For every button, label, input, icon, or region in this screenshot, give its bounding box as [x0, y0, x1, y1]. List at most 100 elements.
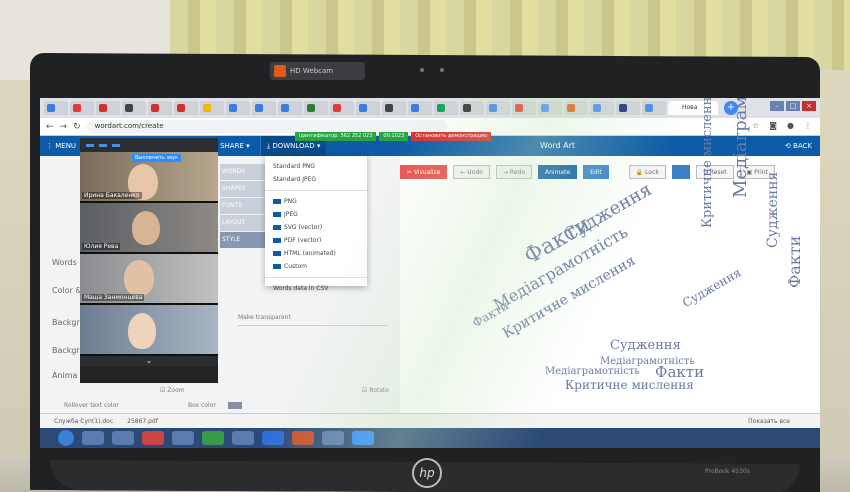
windows-taskbar [40, 428, 820, 448]
browser-tab[interactable] [70, 101, 94, 115]
menu-item-standard-png[interactable]: Standard PNG [265, 160, 367, 173]
taskbar-app[interactable] [292, 431, 314, 445]
back-button[interactable]: ⟲ BACK [785, 142, 812, 150]
browser-tab[interactable] [382, 101, 406, 115]
taskbar-app[interactable] [82, 431, 104, 445]
menu-item-custom[interactable]: Custom [265, 260, 367, 273]
browser-tab[interactable] [642, 101, 666, 115]
menu-dots-icon[interactable]: ⋮ [804, 121, 812, 130]
browser-tab[interactable] [304, 101, 328, 115]
menu-item-html[interactable]: HTML (animated) [265, 247, 367, 260]
edit-tab[interactable]: Edit [583, 165, 609, 179]
extension-icon[interactable]: ◙ [769, 121, 777, 130]
browser-tab[interactable] [460, 101, 484, 115]
browser-tab[interactable] [122, 101, 146, 115]
browser-tab[interactable] [590, 101, 614, 115]
participant-name: Ирина Бакаленко [82, 192, 142, 199]
lock-button[interactable]: 🔒 Lock [628, 165, 666, 179]
download-item[interactable]: 25867.pdf [127, 418, 158, 425]
undo-button[interactable]: ← Undo [453, 165, 490, 179]
camera-led [440, 68, 444, 72]
browser-tab[interactable] [564, 101, 588, 115]
browser-tab[interactable] [486, 101, 510, 115]
participant-video[interactable]: Юлия Рева [80, 203, 218, 254]
browser-tab[interactable] [434, 101, 458, 115]
grid-icon[interactable] [112, 143, 120, 147]
taskbar-app[interactable] [142, 431, 164, 445]
browser-tab[interactable] [512, 101, 536, 115]
close-window-button[interactable]: × [802, 101, 816, 111]
menu-item-csv[interactable]: Words data in CSV [265, 282, 367, 295]
word-cloud-word[interactable]: Медіаграмотність [545, 366, 640, 377]
browser-tab[interactable] [278, 101, 302, 115]
background-label-2: Backgr [52, 346, 80, 355]
participant-video[interactable]: Выключить звук Ирина Бакаленко [80, 152, 218, 203]
taskbar-app[interactable] [172, 431, 194, 445]
meeting-timer: 00:1023 [379, 132, 409, 141]
rotate-checkbox[interactable]: ☑ Rotate [362, 387, 389, 394]
browser-tab[interactable] [200, 101, 224, 115]
browser-tab[interactable] [148, 101, 172, 115]
box-color-swatch[interactable] [228, 402, 242, 409]
menu-item-standard-jpeg[interactable]: Standard JPEG [265, 173, 367, 186]
visualize-button[interactable]: ✂ Visualize [400, 165, 448, 179]
menu-item-pdf[interactable]: PDF (vector) [265, 234, 367, 247]
menu-item-png[interactable]: PNG [265, 195, 367, 208]
menu-item-jpeg[interactable]: JPEG [265, 208, 367, 221]
browser-tab[interactable] [44, 101, 68, 115]
taskbar-app[interactable] [322, 431, 344, 445]
hq-icon [273, 212, 281, 217]
zoom-checkbox[interactable]: ☑ Zoom [160, 387, 185, 394]
browser-tab[interactable] [616, 101, 640, 115]
back-arrow-icon[interactable]: ← [46, 122, 54, 132]
menu-item-svg[interactable]: SVG (vector) [265, 221, 367, 234]
start-button[interactable] [58, 430, 74, 446]
participant-face [128, 313, 156, 349]
color-swatch[interactable] [671, 165, 690, 179]
menu-button[interactable]: ⋮ MENU [40, 142, 85, 150]
browser-tab[interactable] [226, 101, 250, 115]
browser-tab[interactable] [330, 101, 354, 115]
browser-tab[interactable] [252, 101, 276, 115]
word-cloud-word[interactable]: Судження [680, 265, 744, 310]
browser-tab[interactable] [408, 101, 432, 115]
download-item[interactable]: Служба Суп(1).doc [54, 418, 113, 425]
star-icon[interactable]: ☆ [752, 121, 759, 130]
taskbar-app[interactable] [352, 431, 374, 445]
taskbar-app[interactable] [202, 431, 224, 445]
forward-arrow-icon[interactable]: → [60, 122, 68, 132]
taskbar-app[interactable] [112, 431, 134, 445]
browser-tab[interactable] [174, 101, 198, 115]
word-cloud-word[interactable]: Судження [610, 338, 681, 353]
layout-icon[interactable] [99, 143, 107, 147]
word-cloud-word[interactable]: Факти [785, 236, 804, 288]
make-transparent-option[interactable]: Make transparent [238, 314, 388, 326]
participant-name: Юлия Рева [82, 243, 121, 250]
reload-icon[interactable]: ↻ [73, 122, 81, 132]
word-cloud-canvas[interactable]: Факти Судження Медіаграмотність Критичне ми… [400, 98, 820, 408]
word-cloud-word[interactable]: Критичне мислення [565, 378, 694, 392]
chevron-down-icon[interactable]: ⌄ [80, 356, 218, 366]
menu-divider [265, 190, 367, 191]
browser-tab[interactable] [356, 101, 380, 115]
browser-tab[interactable] [538, 101, 562, 115]
word-cloud-word[interactable]: Медіаграмотність [730, 98, 751, 198]
participant-video[interactable] [80, 305, 218, 356]
participant-video[interactable]: Маша Занмонцева [80, 254, 218, 305]
minimize-button[interactable]: – [770, 101, 784, 111]
mute-button[interactable]: Выключить звук [132, 154, 182, 162]
maximize-button[interactable]: □ [786, 101, 800, 111]
word-cloud-word[interactable]: Критичне мислення [700, 98, 715, 228]
taskbar-app[interactable] [232, 431, 254, 445]
stop-share-button[interactable]: Остановить демонстрацию [411, 132, 492, 141]
redo-button[interactable]: → Redo [495, 165, 532, 179]
word-cloud-word[interactable]: Судження [765, 172, 781, 248]
profile-icon[interactable]: ● [787, 121, 794, 130]
layout-icon[interactable] [86, 143, 94, 147]
animate-tab[interactable]: Animate [538, 165, 578, 179]
laptop-model: ProBook 4530s [705, 468, 750, 475]
browser-tab[interactable] [96, 101, 120, 115]
show-all-downloads[interactable]: Показать все [748, 418, 790, 425]
zoom-panel-toolbar [80, 138, 218, 152]
taskbar-app[interactable] [262, 431, 284, 445]
